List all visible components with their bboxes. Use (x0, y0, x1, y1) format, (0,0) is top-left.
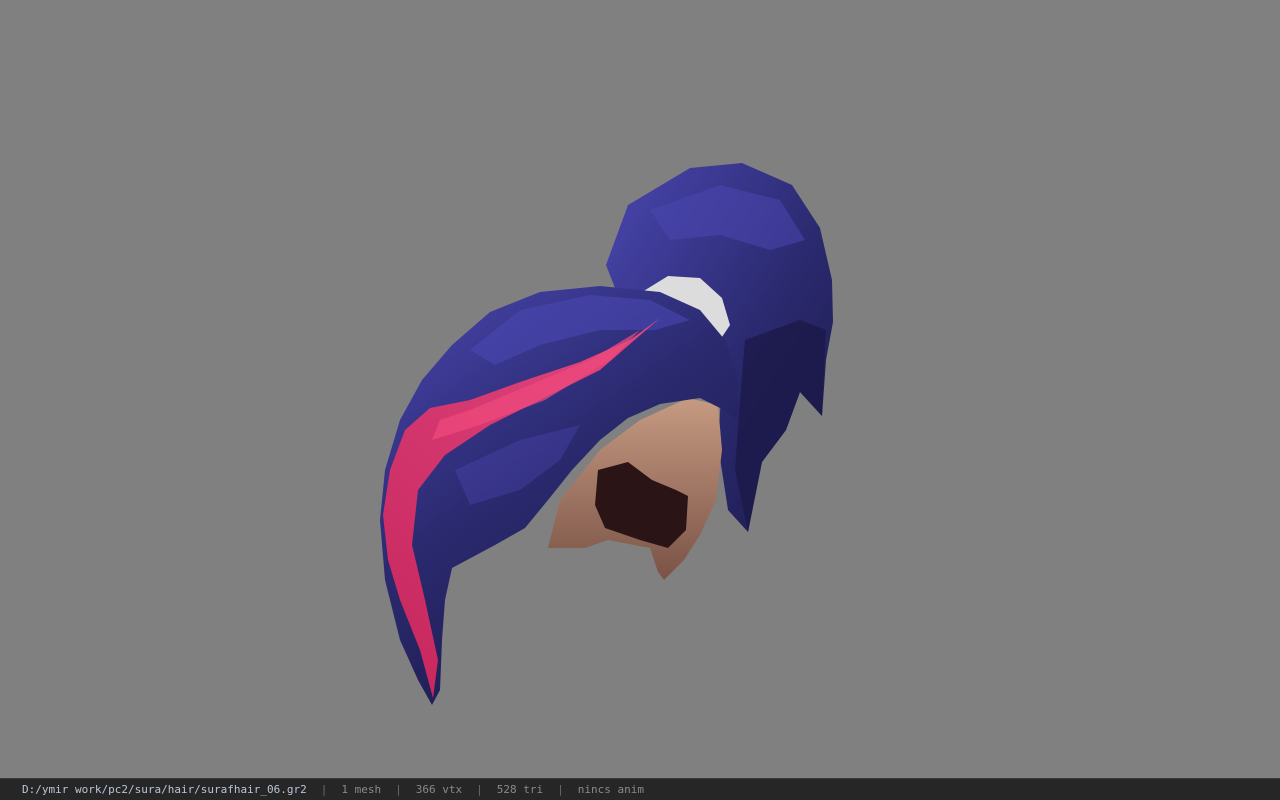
ponytail-shadow (735, 320, 826, 532)
separator: | (395, 783, 402, 796)
file-path: D:/ymir work/pc2/sura/hair/surafhair_06.… (22, 783, 307, 796)
mesh-count: 1 mesh (341, 783, 382, 796)
separator: | (320, 783, 328, 796)
3d-viewport[interactable] (0, 0, 1280, 778)
separator: | (476, 783, 483, 796)
status-bar: D:/ymir work/pc2/sura/hair/surafhair_06.… (0, 778, 1280, 800)
hair-model-render (380, 163, 833, 705)
triangle-count: 528 tri (496, 783, 544, 796)
separator: | (557, 783, 564, 796)
vertex-count: 366 vtx (415, 783, 463, 796)
animation-status: nincs anim (577, 783, 644, 796)
